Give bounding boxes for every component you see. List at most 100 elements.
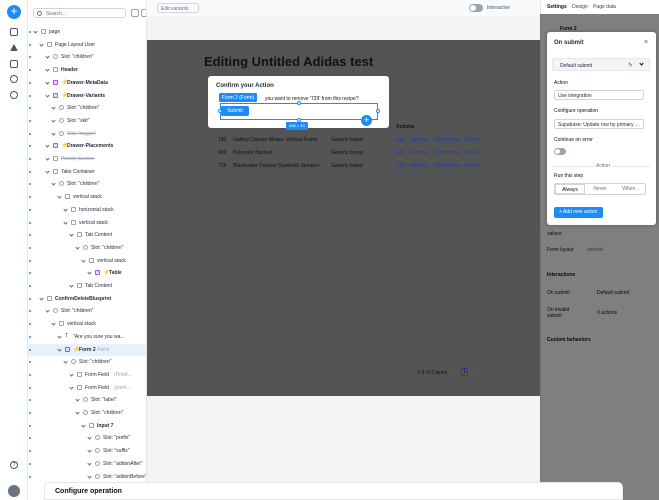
tree-item[interactable]: page [28,26,146,39]
tab-page-data[interactable]: Page data [593,4,616,10]
chevron-down-icon[interactable] [69,384,74,390]
expand-all-icon[interactable] [131,9,139,17]
search-input[interactable]: Search... [33,8,126,18]
tree-item[interactable]: horizontal stack [28,204,146,217]
chevron-down-icon[interactable] [45,67,50,72]
chevron-down-icon[interactable] [75,397,80,402]
tree-item[interactable]: Slot: "children" [28,305,146,318]
edit-link[interactable]: Edit [396,137,405,143]
chevron-down-icon[interactable] [87,473,92,479]
tree-item[interactable]: Slot: "suffix" [28,445,146,458]
tree-item[interactable]: ConfirmDeleteBlueprint [28,293,146,306]
tree-item[interactable]: Header [28,64,146,77]
tree-item[interactable]: vertical stack [28,217,146,230]
chevron-down-icon[interactable] [87,435,92,441]
default-submit-step[interactable]: Default submit ✎ [552,58,650,71]
tree-item[interactable]: Page Layout User [28,39,146,52]
tree-item[interactable]: Slot: "addonAfter" [28,458,146,471]
tree-item[interactable]: ⚡ Drawer-Placements [28,140,146,153]
chevron-down-icon[interactable] [81,257,86,263]
next-page-icon[interactable]: › [472,370,474,376]
delete-link[interactable]: Delete [464,150,478,156]
edit-variants-button[interactable]: Edit variants [157,3,199,13]
placements-link[interactable]: Placements [434,163,460,169]
page-1-button[interactable]: 1 [461,368,468,376]
resize-handle-right[interactable] [376,109,380,113]
settings-icon[interactable] [10,75,18,83]
chevron-down-icon[interactable] [33,29,38,34]
chevron-down-icon[interactable] [63,219,68,225]
configure-operation-select[interactable]: Supabase: Update row by primary ... [554,119,644,129]
interactive-toggle[interactable] [469,4,483,12]
tree-item[interactable]: Slot: "children" [28,242,146,255]
tree-item[interactable]: Slot: "label" [28,394,146,407]
form-selection-tag[interactable]: Form 2 (Form) [219,93,258,102]
chevron-down-icon[interactable] [75,410,80,415]
resize-handle-left[interactable] [218,109,222,113]
variants-link[interactable]: Variants [410,163,428,169]
chevron-down-icon[interactable] [639,61,644,66]
chevron-down-icon[interactable] [57,194,62,199]
help-icon[interactable]: ? [10,461,18,469]
history-icon[interactable] [10,91,18,99]
chevron-down-icon[interactable] [57,334,62,339]
add-after-button[interactable]: + [361,115,372,126]
chevron-down-icon[interactable] [87,461,92,466]
delete-link[interactable]: Delete [464,163,478,169]
variants-link[interactable]: Variants [410,150,428,156]
chevron-down-icon[interactable] [69,372,74,377]
tree-item[interactable]: ⚡ Drawer-MetaData [28,77,146,90]
tree-item[interactable]: vertical stack [28,191,146,204]
pencil-icon[interactable]: ✎ [628,62,633,69]
tree-item[interactable]: Slot: "prefix" [28,432,146,445]
chevron-down-icon[interactable] [45,156,50,161]
components-icon[interactable] [10,60,18,68]
placements-link[interactable]: Placements [434,150,460,156]
tree-item[interactable]: ⚡ Table [28,267,146,280]
tree-item[interactable]: ⚡ Drawer-Variants [28,90,146,103]
tab-design[interactable]: Design [572,4,588,10]
chevron-down-icon[interactable] [51,181,56,187]
chevron-down-icon[interactable] [51,118,56,123]
chevron-down-icon[interactable] [75,245,80,250]
tree-item[interactable]: vertical stack [28,318,146,331]
chevron-down-icon[interactable] [45,80,50,85]
chevron-down-icon[interactable] [87,448,92,453]
tree-item[interactable]: Form Field (point... [28,382,146,395]
tree-item[interactable]: Slot: "children" [28,178,146,191]
tree-item[interactable]: Slot: "children" [28,407,146,420]
tree-item[interactable]: Slot: "children" [28,102,146,115]
tree-item[interactable]: Tab Content [28,280,146,293]
chevron-down-icon[interactable] [57,346,62,352]
run-never-option[interactable]: Never [585,184,615,194]
configure-operation-drawer[interactable]: Configure operation [44,482,623,500]
chevron-down-icon[interactable] [45,308,50,314]
warning-icon[interactable] [10,44,18,51]
tree-item[interactable]: Tabs Container [28,166,146,179]
chevron-down-icon[interactable] [63,207,68,212]
tree-item[interactable]: ⚡ Form 2 Form [28,343,146,357]
chevron-down-icon[interactable] [51,130,56,136]
tree-item[interactable]: Slot: "children" [28,51,146,64]
tree-item[interactable]: Priority Section [28,153,146,166]
add-new-action-button[interactable]: + Add new action [554,207,603,218]
action-select[interactable]: Use integration [554,90,644,100]
resize-handle-top[interactable] [297,101,301,105]
close-icon[interactable]: × [644,39,648,46]
tree-item[interactable]: Slot: "trigger" [28,128,146,141]
chevron-down-icon[interactable] [39,42,44,47]
chevron-down-icon[interactable] [45,169,50,174]
run-always-option[interactable]: Always [555,184,585,194]
chevron-down-icon[interactable] [63,359,68,364]
edit-link[interactable]: Edit [396,163,405,169]
edit-link[interactable]: Edit [396,150,405,156]
chevron-down-icon[interactable] [51,321,56,326]
chevron-down-icon[interactable] [69,283,74,288]
variants-link[interactable]: Variants [410,137,428,143]
outline-icon[interactable] [10,28,18,36]
delete-link[interactable]: Delete [464,137,478,143]
tab-settings[interactable]: Settings [547,4,567,10]
add-element-button[interactable]: + [7,5,21,19]
submit-button[interactable]: Submit [221,106,249,116]
chevron-down-icon[interactable] [39,296,44,301]
